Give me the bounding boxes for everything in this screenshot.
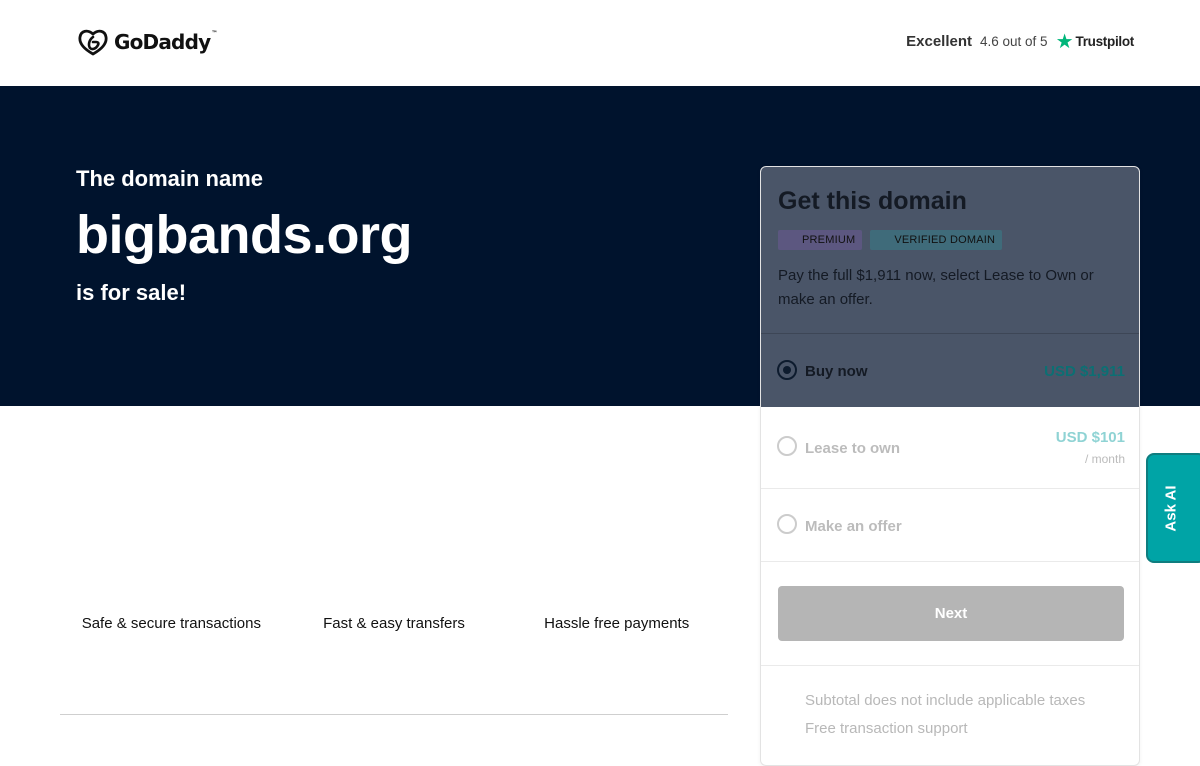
badge-group: PREMIUM VERIFIED DOMAIN [778, 230, 1003, 250]
option-buy-now[interactable]: Buy now USD $1,911 [761, 333, 1139, 407]
lease-price: USD $101 [1055, 429, 1125, 446]
lease-to-own-label: Lease to own [805, 440, 901, 457]
transaction-support-note: Free transaction support [805, 720, 968, 737]
features-row: Safe & secure transactions Fast & easy t… [60, 612, 728, 636]
make-offer-radio[interactable] [777, 514, 797, 534]
domain-name-title: bigbands.org [76, 205, 412, 265]
card-title: Get this domain [778, 187, 967, 215]
section-divider [60, 714, 728, 715]
card-description: Pay the full $1,911 now, select Lease to… [778, 267, 1094, 308]
subtotal-tax-note: Subtotal does not include applicable tax… [805, 692, 1086, 709]
feature-fast-transfers: Fast & easy transfers [323, 615, 465, 632]
buy-now-price: USD $1,911 [1044, 363, 1125, 380]
hero-post-title: is for sale! [76, 280, 187, 305]
next-button[interactable]: Next [778, 586, 1124, 641]
option-divider [761, 561, 1139, 562]
trust-rating-word: Excellent [906, 33, 972, 50]
feature-hassle-free: Hassle free payments [544, 615, 690, 632]
option-divider [761, 665, 1139, 666]
site-header: GoDaddy™ Excellent 4.6 out of 5 ★ Trustp… [0, 0, 1200, 86]
lease-per-month: / month [1084, 452, 1125, 466]
godaddy-logo-icon [78, 29, 108, 56]
ask-ai-button[interactable]: Ask AI [1146, 453, 1200, 563]
premium-badge: PREMIUM [778, 230, 863, 250]
feature-safe-secure: Safe & secure transactions [81, 615, 261, 632]
purchase-card: Get this domain PREMIUM VERIFIED DOMAIN … [760, 166, 1140, 766]
trustpilot-brand: Trustpilot [1075, 34, 1135, 49]
star-icon: ★ [1055, 30, 1074, 53]
trust-score: 4.6 out of 5 [980, 34, 1048, 49]
trustpilot-rating[interactable]: Excellent 4.6 out of 5 ★ Trustpilot [906, 30, 1135, 53]
card-overlay-header: Get this domain PREMIUM VERIFIED DOMAIN … [761, 167, 1139, 407]
option-lease-to-own[interactable]: Lease to own USD $101 / month [761, 407, 1139, 488]
make-offer-label: Make an offer [805, 518, 902, 535]
godaddy-logo[interactable]: GoDaddy™ [77, 28, 217, 56]
ask-ai-label: Ask AI [1162, 484, 1180, 532]
buy-now-label: Buy now [805, 363, 868, 380]
option-make-offer[interactable]: Make an offer [761, 489, 1139, 561]
hero-pre-title: The domain name [76, 166, 264, 191]
buy-now-radio[interactable] [777, 360, 797, 380]
lease-to-own-radio[interactable] [777, 436, 797, 456]
brand-name: GoDaddy™ [114, 30, 217, 54]
verified-domain-badge: VERIFIED DOMAIN [870, 230, 1003, 250]
